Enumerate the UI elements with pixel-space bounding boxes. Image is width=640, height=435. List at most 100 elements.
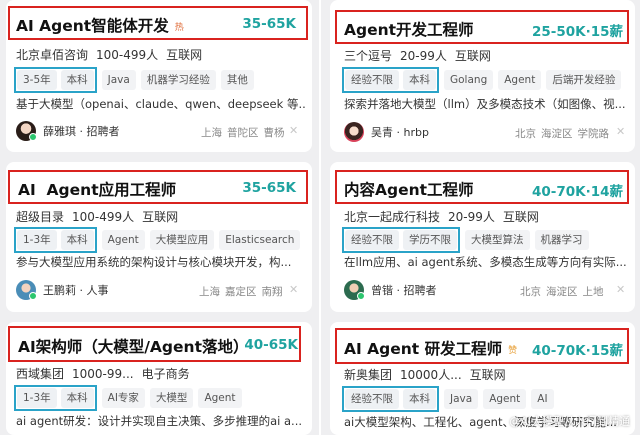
location-city: 北京 (515, 128, 536, 140)
company-name: 三个逗号 (344, 49, 393, 63)
job-title-text: Agent开发工程师 (344, 21, 474, 39)
close-icon[interactable]: ✕ (616, 125, 625, 138)
watermark: @AI大模型从入门到精通 (509, 415, 630, 428)
company-size: 1000-99... (72, 367, 134, 381)
recruiter[interactable]: 王鹏莉 · 人事 (16, 280, 109, 300)
company-info: 三个逗号 20-99人 互联网 (344, 47, 499, 64)
location-area: 曹杨 (263, 127, 285, 139)
location-area: 学院路 (577, 128, 610, 140)
company-industry: 电子商务 (141, 367, 190, 381)
tag-row: 经验不限 本科 Golang Agent 后端开发经验 (342, 67, 626, 93)
job-card[interactable]: AI Agent智能体开发热 35-65K 北京卓佰咨询 100-499人 互联网 … (6, 0, 312, 152)
experience-tag: 经验不限 (345, 230, 399, 250)
recruiter[interactable]: 曾锴 · 招聘者 (344, 280, 437, 300)
job-card[interactable]: 内容Agent工程师 40-70K·14薪 北京一起成行科技 20-99人 互联网 … (330, 162, 635, 312)
requirement-highlight-box: 3-5年 本科 (14, 67, 97, 93)
avatar (16, 121, 37, 141)
company-size: 10000人... (400, 368, 462, 382)
job-card[interactable]: AI Agent应用工程师 35-65K 超级目录 100-499人 互联网 1-3… (6, 162, 312, 312)
job-description: ai agent研发：设计并实现自主决策、多步推理的ai a... (16, 414, 303, 428)
location-district: 海淀区 (546, 286, 578, 298)
company-industry: 互联网 (502, 210, 539, 224)
location-city: 北京 (520, 286, 541, 298)
skill-tag: Java (444, 389, 479, 409)
company-info: 西域集团 1000-99... 电子商务 (16, 365, 198, 382)
close-icon[interactable]: ✕ (289, 124, 298, 137)
education-tag: 本科 (60, 230, 94, 250)
location-city: 上海 (199, 286, 220, 298)
job-title-text: AI Agent应用工程师 (18, 181, 177, 199)
online-indicator (29, 133, 37, 141)
company-size: 100-499人 (72, 210, 135, 224)
company-info: 北京一起成行科技 20-99人 互联网 (344, 208, 547, 225)
skill-tag: 大模型应用 (149, 230, 215, 250)
requirement-highlight-box: 经验不限 本科 (342, 386, 439, 412)
company-name: 北京卓佰咨询 (16, 48, 89, 62)
company-name: 西域集团 (16, 367, 65, 381)
avatar (344, 122, 364, 142)
skill-tag: 其他 (220, 70, 254, 90)
job-location: 北京 海淀区 学院路 (510, 126, 609, 141)
tag-row: 3-5年 本科 Java 机器学习经验 其他 (14, 67, 259, 93)
online-indicator (29, 292, 37, 300)
skill-tag: Golang (444, 70, 494, 90)
job-title[interactable]: AI Agent 研发工程师赞 (344, 337, 517, 359)
job-title-text: 内容Agent工程师 (344, 181, 474, 199)
tag-row: 1-3年 本科 Agent 大模型应用 Elasticsearch (14, 227, 305, 253)
skill-tag: Agent (498, 70, 542, 90)
avatar (16, 280, 37, 300)
skill-tag: 大模型算法 (465, 230, 530, 250)
recruiter-name: 薛雅琪 · 招聘者 (43, 125, 120, 138)
job-title[interactable]: AI Agent智能体开发热 (16, 14, 184, 36)
job-card[interactable]: Agent开发工程师 25-50K·15薪 三个逗号 20-99人 互联网 经验不限… (330, 0, 635, 152)
close-icon[interactable]: ✕ (616, 283, 625, 296)
salary: 35-65K (242, 180, 296, 196)
skill-tag: AI (531, 389, 554, 409)
job-title[interactable]: 内容Agent工程师 (344, 178, 474, 200)
job-title[interactable]: AI架构师（大模型/Agent落地） (18, 335, 248, 357)
company-name: 北京一起成行科技 (344, 210, 441, 224)
job-description: 基于大模型（openai、claude、qwen、deepseek 等... (16, 97, 306, 111)
company-info: 新奥集团 10000人... 互联网 (344, 366, 514, 383)
company-size: 100-499人 (96, 48, 159, 62)
skill-tag: Agent (198, 388, 242, 408)
recruiter[interactable]: 薛雅琪 · 招聘者 (16, 121, 120, 141)
experience-tag: 1-3年 (17, 388, 57, 408)
job-title[interactable]: Agent开发工程师 (344, 18, 474, 40)
requirement-highlight-box: 经验不限 学历不限 (342, 227, 460, 253)
salary: 40-65K (244, 337, 298, 353)
location-area: 南翔 (261, 286, 283, 298)
job-card[interactable]: AI架构师（大模型/Agent落地） 40-65K 西域集团 1000-99...… (6, 322, 312, 435)
requirement-highlight-box: 1-3年 本科 (14, 385, 97, 411)
job-title-text: AI Agent 研发工程师 (344, 340, 503, 358)
education-tag: 本科 (60, 388, 94, 408)
praise-badge: 赞 (508, 346, 518, 356)
company-industry: 互联网 (166, 48, 203, 62)
company-info: 超级目录 100-499人 互联网 (16, 208, 186, 225)
recruiter[interactable]: 吴青 · hrbp (344, 122, 429, 142)
job-title-text: AI架构师（大模型/Agent落地） (18, 338, 249, 356)
location-area: 上地 (582, 286, 604, 298)
skill-tag: Elasticsearch (219, 230, 301, 250)
close-icon[interactable]: ✕ (289, 283, 298, 296)
job-description: 在llm应用、ai agent系统、多模态生成等方向有实际... (344, 255, 627, 269)
online-indicator (357, 292, 365, 300)
company-size: 20-99人 (400, 49, 447, 63)
avatar (344, 280, 365, 300)
salary: 40-70K·15薪 (531, 343, 623, 359)
tag-row: 经验不限 本科 Java Agent AI (342, 386, 559, 412)
company-industry: 互联网 (142, 210, 179, 224)
skill-tag: 机器学习经验 (140, 70, 216, 90)
hot-badge: 热 (174, 23, 184, 33)
job-title[interactable]: AI Agent应用工程师 (18, 178, 176, 200)
location-district: 嘉定区 (225, 286, 257, 298)
education-tag: 本科 (403, 389, 436, 409)
skill-tag: 后端开发经验 (546, 70, 622, 90)
tag-row: 1-3年 本科 AI专家 大模型 Agent (14, 385, 247, 411)
company-industry: 互联网 (469, 368, 506, 382)
requirement-highlight-box: 1-3年 本科 (14, 227, 97, 253)
job-title-text: AI Agent智能体开发 (16, 17, 169, 35)
column-divider (319, 0, 321, 435)
skill-tag: 大模型 (149, 388, 194, 408)
experience-tag: 3-5年 (17, 70, 57, 90)
